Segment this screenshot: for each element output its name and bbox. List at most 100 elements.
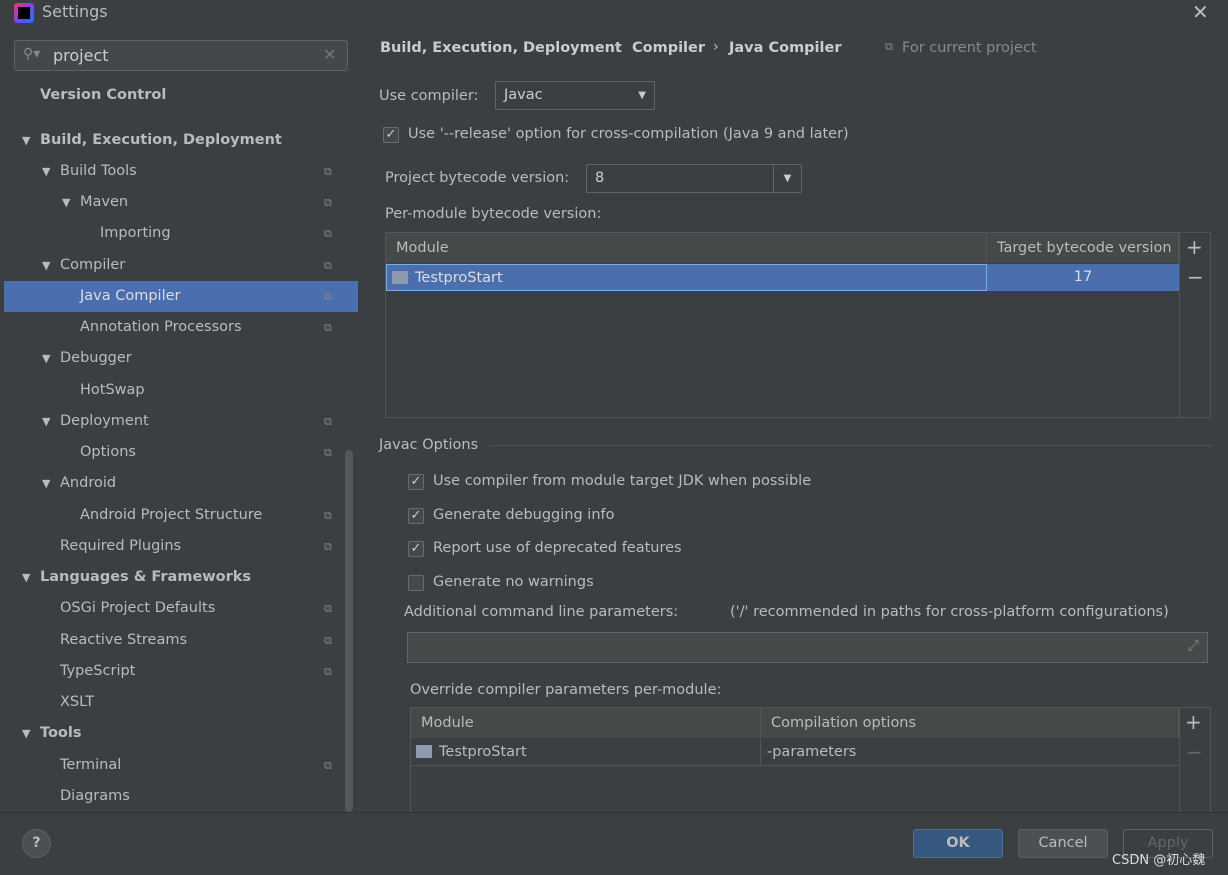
override-label: Override compiler parameters per-module: <box>410 682 722 698</box>
breadcrumb-item: Java Compiler <box>729 40 842 56</box>
title-bar <box>0 0 1228 26</box>
per-module-table: Module Target bytecode version TestproSt… <box>385 232 1211 418</box>
additional-params-input[interactable]: ⤢ <box>407 632 1208 663</box>
table-row[interactable]: TestproStart <box>411 739 761 766</box>
sidebar-item-label: Options <box>80 444 136 460</box>
help-button[interactable]: ? <box>22 829 51 858</box>
search-input[interactable]: ⚲▾ project ✕ <box>14 40 348 71</box>
sidebar-item[interactable]: ▼ Compiler ⧉ <box>4 250 358 281</box>
sidebar-item[interactable]: ▼ Build, Execution, Deployment <box>4 125 358 156</box>
sidebar-item[interactable]: Options ⧉ <box>4 437 358 468</box>
breadcrumb-item[interactable]: Build, Execution, Deployment <box>380 40 622 56</box>
sidebar-item-label: Android <box>60 475 117 491</box>
sidebar-item-label: Diagrams <box>60 788 130 804</box>
add-icon[interactable]: + <box>1186 235 1203 259</box>
expand-arrow-icon[interactable]: ▼ <box>42 343 50 374</box>
project-scope-icon: ⧉ <box>885 40 893 53</box>
project-scope-icon: ⧉ <box>324 259 332 272</box>
use-compiler-label: Use compiler: <box>379 88 479 104</box>
add-icon[interactable]: + <box>1185 710 1202 734</box>
compilation-options-cell[interactable]: -parameters <box>761 739 1179 766</box>
sidebar-item[interactable]: Diagrams <box>4 781 358 812</box>
additional-params-hint: ('/' recommended in paths for cross-plat… <box>730 604 1169 620</box>
chevron-down-icon[interactable]: ▼ <box>773 165 801 192</box>
sidebar-item[interactable]: ▼ Android <box>4 468 358 499</box>
sidebar-item[interactable]: ▼ Build Tools ⧉ <box>4 156 358 187</box>
sidebar-item[interactable]: TypeScript ⧉ <box>4 656 358 687</box>
expand-icon[interactable]: ⤢ <box>1187 638 1199 654</box>
sidebar-item[interactable]: ▼ Languages & Frameworks <box>4 562 358 593</box>
javac-option-checkbox[interactable] <box>408 575 424 592</box>
sidebar-item[interactable]: XSLT <box>4 687 358 718</box>
expand-arrow-icon[interactable]: ▼ <box>22 125 30 156</box>
javac-option-checkbox[interactable]: ✓ <box>408 541 424 558</box>
project-scope-icon: ⧉ <box>324 321 332 334</box>
sidebar-item[interactable]: ▼ Debugger <box>4 343 358 374</box>
sidebar-item[interactable]: HotSwap <box>4 375 358 406</box>
remove-icon[interactable]: − <box>1186 740 1203 764</box>
compiler-value: Javac <box>504 87 543 103</box>
release-checkbox[interactable]: ✓ <box>383 127 399 143</box>
project-scope-icon: ⧉ <box>324 227 332 240</box>
target-version-cell[interactable]: 17 <box>987 264 1179 291</box>
sidebar-item[interactable]: Android Project Structure ⧉ <box>4 500 358 531</box>
expand-arrow-icon[interactable]: ▼ <box>42 250 50 281</box>
table-row[interactable]: TestproStart <box>386 264 987 291</box>
project-scope-icon: ⧉ <box>324 602 332 615</box>
per-module-label: Per-module bytecode version: <box>385 206 602 222</box>
expand-arrow-icon[interactable]: ▼ <box>42 406 50 437</box>
ok-button[interactable]: OK <box>913 829 1003 858</box>
sidebar-item-label: Deployment <box>60 413 149 429</box>
sidebar-item[interactable]: Version Control <box>4 80 358 111</box>
project-scope-icon: ⧉ <box>324 665 332 678</box>
close-icon[interactable]: ✕ <box>1192 0 1209 24</box>
sidebar-item[interactable]: ▼ Tools <box>4 718 358 749</box>
project-scope-icon: ⧉ <box>324 290 332 303</box>
module-name: TestproStart <box>415 270 503 286</box>
sidebar-item[interactable]: Java Compiler ⧉ <box>4 281 358 312</box>
sidebar-item[interactable]: Annotation Processors ⧉ <box>4 312 358 343</box>
expand-arrow-icon[interactable]: ▼ <box>22 718 30 749</box>
additional-params-label: Additional command line parameters: <box>404 604 679 620</box>
sidebar-item-label: Importing <box>100 225 171 241</box>
clear-search-icon[interactable]: ✕ <box>323 45 336 64</box>
sidebar-item-label: TypeScript <box>60 663 136 679</box>
chevron-down-icon: ▼ <box>638 90 646 101</box>
sidebar-item-label: OSGi Project Defaults <box>60 600 216 616</box>
expand-arrow-icon[interactable]: ▼ <box>42 156 50 187</box>
javac-option-label: Generate debugging info <box>433 506 615 523</box>
remove-icon[interactable]: − <box>1187 265 1204 289</box>
column-header-options[interactable]: Compilation options <box>761 708 1179 738</box>
column-header-module[interactable]: Module <box>386 233 987 263</box>
sidebar-item-label: Java Compiler <box>80 288 181 304</box>
expand-arrow-icon[interactable]: ▼ <box>22 562 30 593</box>
sidebar-item-label: Terminal <box>60 757 122 773</box>
sidebar-item[interactable]: ▼ Maven ⧉ <box>4 187 358 218</box>
window-title: Settings <box>42 2 108 21</box>
sidebar-item[interactable]: ▼ Deployment ⧉ <box>4 406 358 437</box>
sidebar-item[interactable]: OSGi Project Defaults ⧉ <box>4 593 358 624</box>
javac-option-checkbox[interactable]: ✓ <box>408 474 424 490</box>
expand-arrow-icon[interactable]: ▼ <box>42 468 50 499</box>
column-header-module[interactable]: Module <box>411 708 761 738</box>
sidebar-item[interactable]: Reactive Streams ⧉ <box>4 625 358 656</box>
project-scope-icon: ⧉ <box>324 415 332 428</box>
sidebar-scrollbar[interactable] <box>345 450 353 812</box>
module-name: TestproStart <box>439 744 527 760</box>
breadcrumb-separator: › <box>615 39 621 55</box>
search-value[interactable]: project <box>53 46 109 65</box>
cancel-button[interactable]: Cancel <box>1018 829 1108 858</box>
sidebar-item-label: Debugger <box>60 350 132 366</box>
compiler-select[interactable]: Javac ▼ <box>495 81 655 110</box>
breadcrumb-item[interactable]: Compiler <box>632 40 705 56</box>
column-header-target[interactable]: Target bytecode version <box>987 233 1179 263</box>
sidebar-item[interactable]: Required Plugins ⧉ <box>4 531 358 562</box>
javac-option-checkbox[interactable]: ✓ <box>408 507 424 524</box>
bytecode-select[interactable]: 8 ▼ <box>586 164 802 193</box>
expand-arrow-icon[interactable]: ▼ <box>62 187 70 218</box>
sidebar-item[interactable]: Importing ⧉ <box>4 218 358 249</box>
sidebar-item-label: Build, Execution, Deployment <box>40 132 282 148</box>
sidebar-item[interactable]: Terminal ⧉ <box>4 750 358 781</box>
sidebar-item-label: Version Control <box>40 87 167 103</box>
watermark: CSDN @初心魏 <box>1112 853 1206 868</box>
